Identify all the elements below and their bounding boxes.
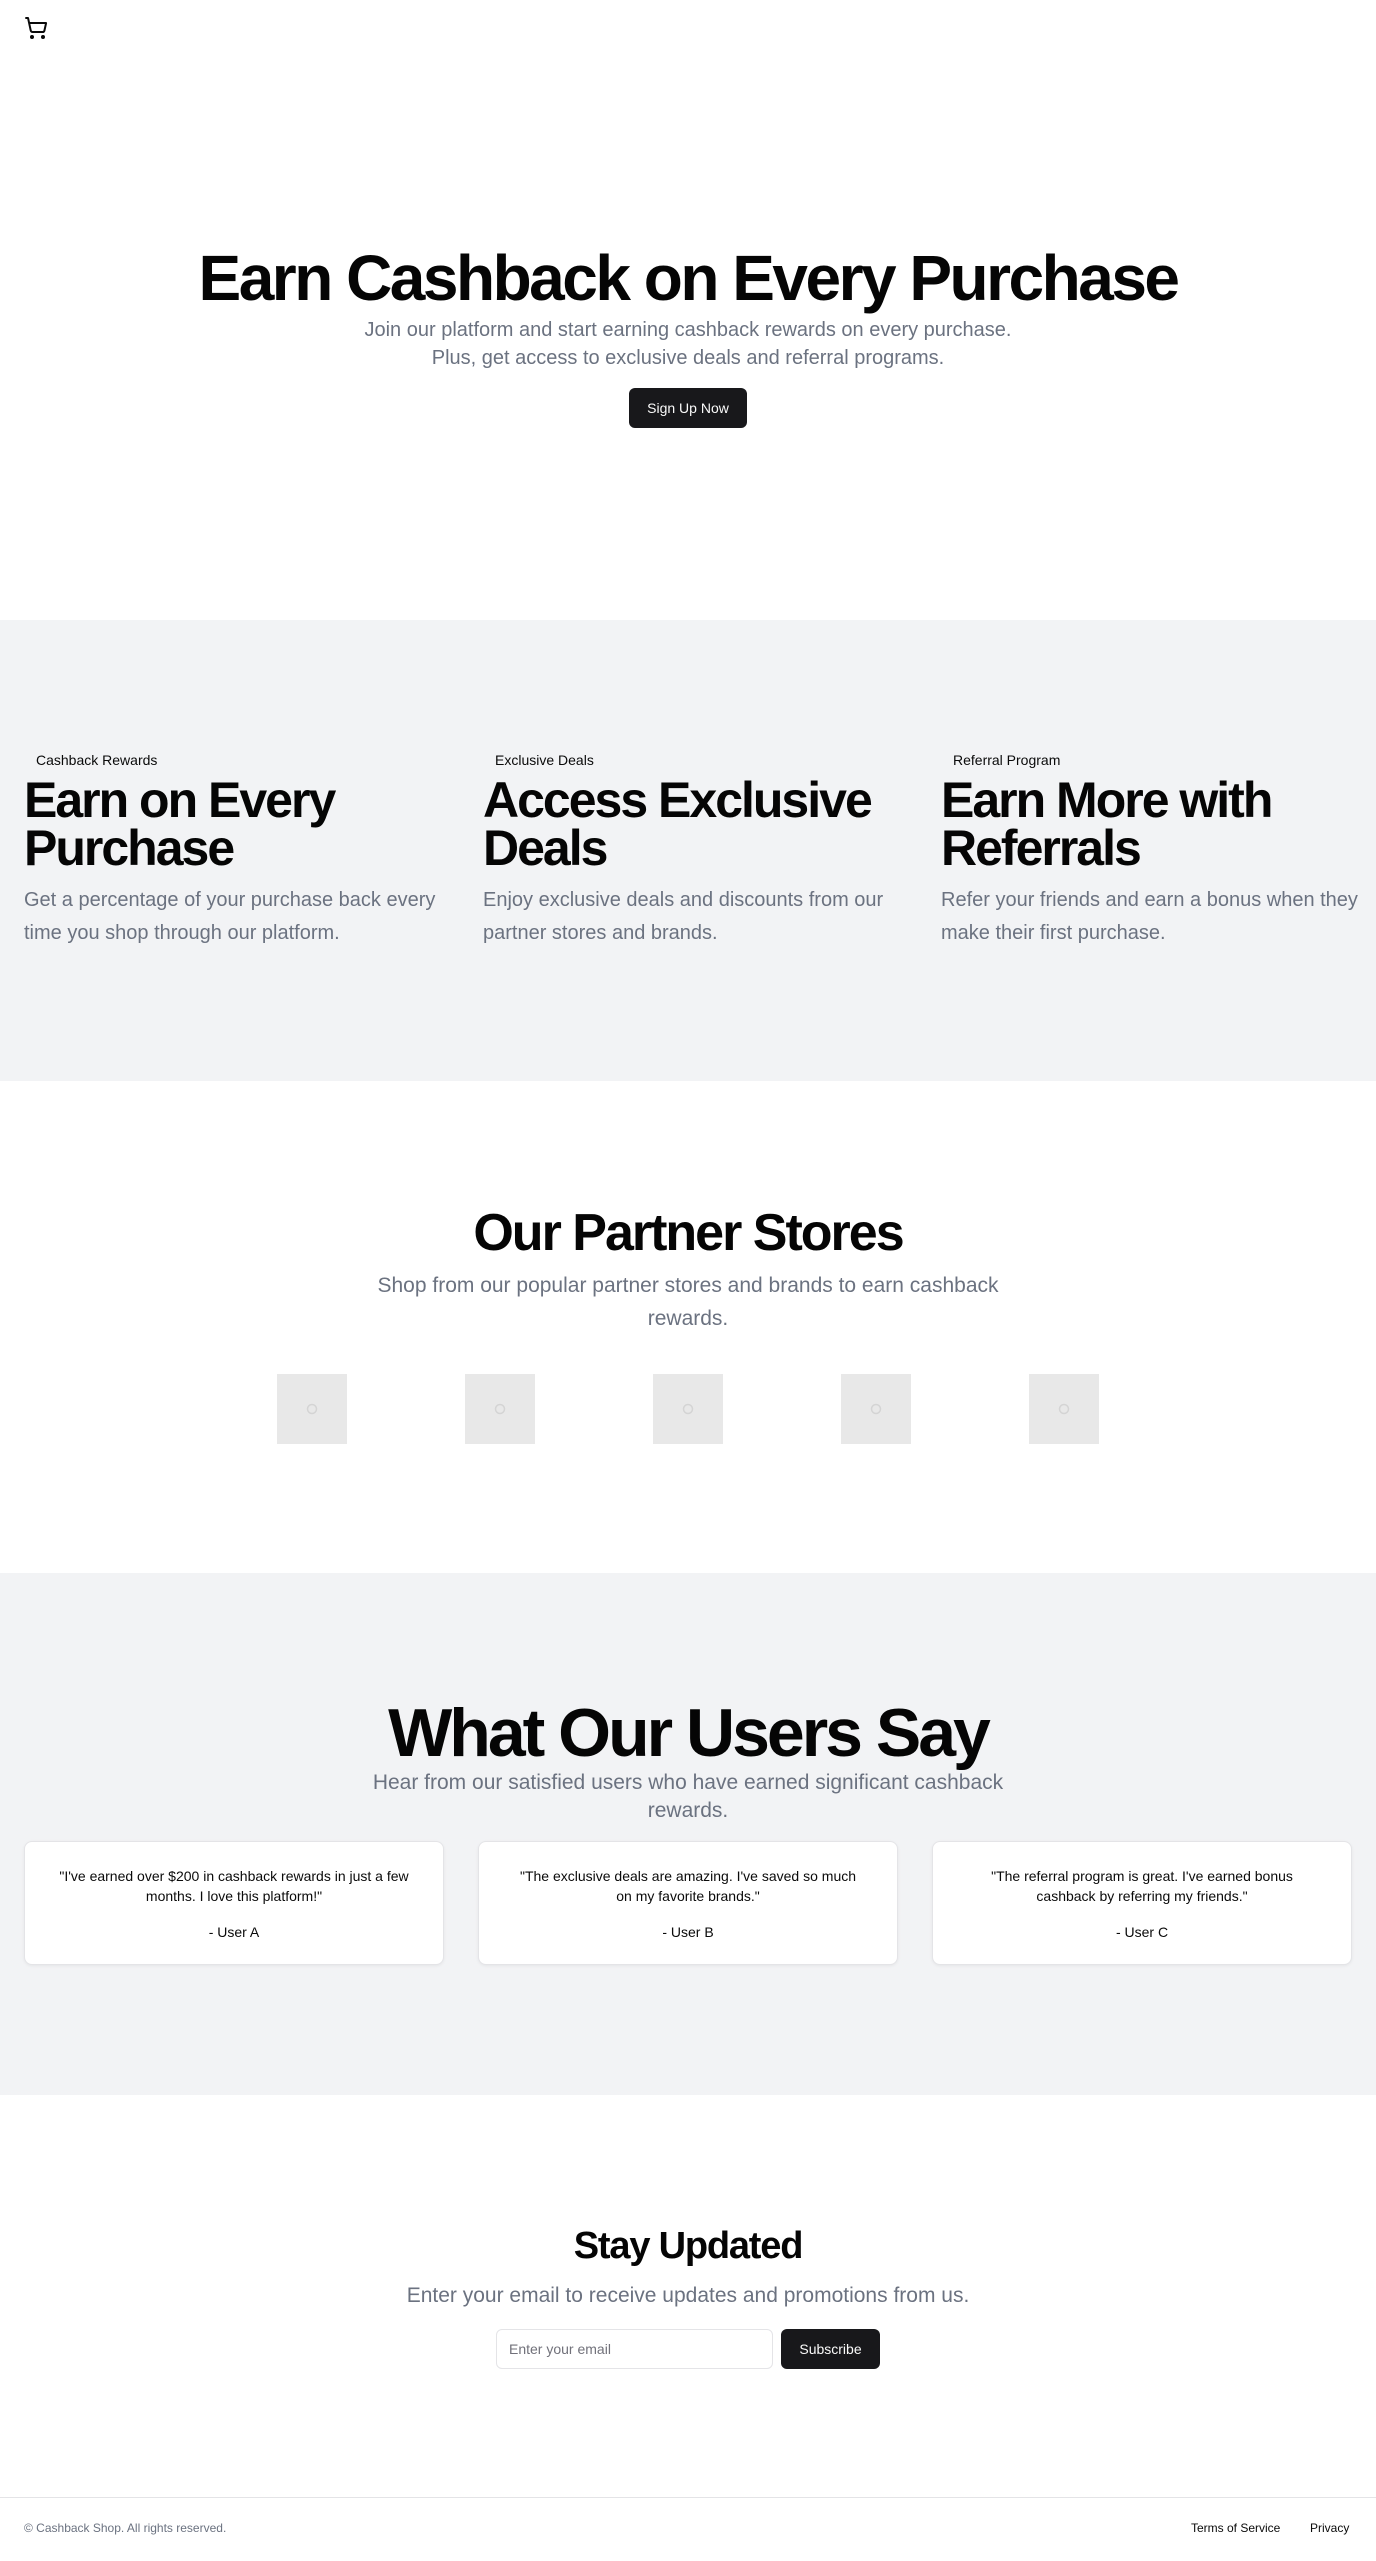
- newsletter-title: Stay Updated: [573, 2225, 804, 2267]
- feature-title: Access Exclusive Deals: [483, 772, 873, 876]
- partner-logo[interactable]: [277, 1374, 347, 1444]
- testimonials-title: What Our Users Say: [388, 1695, 991, 1771]
- testimonial-quote: "I've earned over $200 in cashback rewar…: [59, 1868, 409, 1904]
- partner-logo[interactable]: [465, 1374, 535, 1444]
- partner-logo[interactable]: [653, 1374, 723, 1444]
- testimonials-section: What Our Users Say Hear from our satisfi…: [0, 1573, 1376, 2095]
- terms-of-service-link[interactable]: Terms of Service: [1191, 2520, 1280, 2536]
- hero-subtitle-line-1: Join our platform and start earning cash…: [364, 319, 1012, 341]
- hero-section: Earn Cashback on Every Purchase Join our…: [0, 56, 1376, 620]
- image-placeholder-icon: [682, 1403, 694, 1415]
- image-placeholder-icon: [1058, 1403, 1070, 1415]
- feature-referral-program: Referral Program Earn More with Referral…: [941, 748, 1365, 950]
- testimonial-author: - User A: [208, 1924, 260, 1940]
- image-placeholder-icon: [870, 1403, 882, 1415]
- testimonial-card: "The referral program is great. I've ear…: [932, 1841, 1352, 1965]
- partners-subtitle: Shop from our popular partner stores and…: [377, 1274, 999, 1330]
- cart-link[interactable]: [24, 16, 48, 40]
- newsletter-subtitle: Enter your email to receive updates and …: [406, 2284, 970, 2307]
- feature-title: Earn More with Referrals: [941, 772, 1273, 876]
- newsletter-section: Stay Updated Enter your email to receive…: [0, 2095, 1376, 2497]
- partners-section: Our Partner Stores Shop from our popular…: [0, 1081, 1376, 1573]
- features-section: Cashback Rewards Earn on Every Purchase …: [0, 620, 1376, 1081]
- site-footer: © Cashback Shop. All rights reserved. Te…: [0, 2497, 1376, 2561]
- subscribe-button[interactable]: Subscribe: [781, 2329, 880, 2369]
- image-placeholder-icon: [494, 1403, 506, 1415]
- feature-badge: Referral Program: [941, 748, 1073, 772]
- feature-badge: Cashback Rewards: [24, 748, 170, 772]
- privacy-link[interactable]: Privacy: [1310, 2520, 1349, 2536]
- feature-description: Enjoy exclusive deals and discounts from…: [483, 889, 884, 944]
- partner-logo[interactable]: [1029, 1374, 1099, 1444]
- feature-description: Refer your friends and earn a bonus when…: [941, 889, 1358, 944]
- feature-badge: Exclusive Deals: [483, 748, 606, 772]
- feature-exclusive-deals: Exclusive Deals Access Exclusive Deals E…: [483, 748, 907, 950]
- feature-cashback-rewards: Cashback Rewards Earn on Every Purchase …: [24, 748, 448, 950]
- testimonial-card: "I've earned over $200 in cashback rewar…: [24, 1841, 444, 1965]
- hero-subtitle-line-2: Plus, get access to exclusive deals and …: [431, 347, 945, 369]
- email-input[interactable]: [496, 2329, 773, 2369]
- testimonial-card: "The exclusive deals are amazing. I've s…: [478, 1841, 898, 1965]
- shopping-cart-icon: [25, 17, 48, 39]
- testimonial-quote: "The referral program is great. I've ear…: [991, 1868, 1293, 1904]
- hero-subtitle: Join our platform and start earning cash…: [288, 316, 1088, 372]
- image-placeholder-icon: [306, 1403, 318, 1415]
- partner-logo[interactable]: [841, 1374, 911, 1444]
- copyright-text: © Cashback Shop. All rights reserved.: [24, 2521, 227, 2535]
- testimonial-author: - User C: [1115, 1924, 1169, 1940]
- feature-description: Get a percentage of your purchase back e…: [24, 889, 436, 944]
- site-header: [0, 0, 1376, 56]
- testimonial-quote: "The exclusive deals are amazing. I've s…: [519, 1868, 857, 1904]
- partners-title: Our Partner Stores: [473, 1204, 904, 1262]
- sign-up-button[interactable]: Sign Up Now: [629, 388, 747, 428]
- testimonial-author: - User B: [662, 1924, 714, 1940]
- feature-title: Earn on Every Purchase: [24, 772, 336, 876]
- testimonials-subtitle: Hear from our satisfied users who have e…: [372, 1771, 1004, 1822]
- hero-title: Earn Cashback on Every Purchase: [198, 242, 1181, 314]
